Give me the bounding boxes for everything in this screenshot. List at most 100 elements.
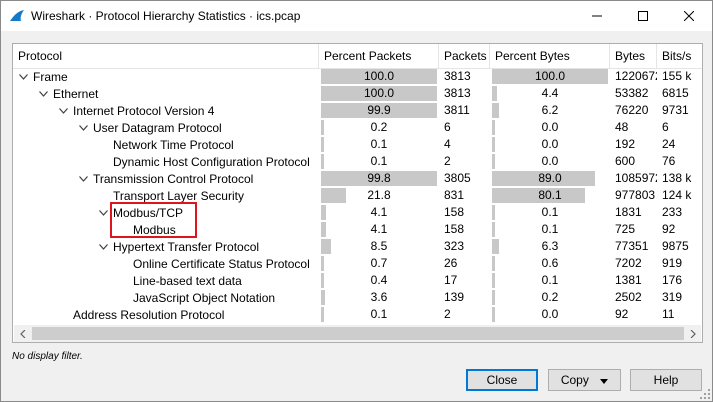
protocol-cell: Frame [17,68,68,85]
bytes-cell: 92 [615,307,629,321]
percent-packets-cell-value: 0.1 [370,307,388,321]
packets-cell: 3813 [444,86,471,100]
protocol-label: User Datagram Protocol [93,120,222,135]
column-header-bytes[interactable]: Bytes [610,44,657,68]
expand-chevron-icon[interactable] [57,102,69,119]
scroll-left-button[interactable] [14,325,31,342]
bytes-cell: 1220672 [615,69,657,83]
protocol-label: Dynamic Host Configuration Protocol [113,154,310,169]
protocol-cell: Dynamic Host Configuration Protocol [97,153,310,170]
packets-cell: 831 [444,188,465,202]
column-header-percent-packets[interactable]: Percent Packets [319,44,439,68]
percent-packets-cell-value: 0.4 [370,273,388,287]
close-icon [684,11,694,21]
percent-packets-cell: 8.5 [321,239,437,254]
percent-packets-cell: 99.9 [321,103,437,118]
protocol-label: Frame [33,69,68,84]
percent-packets-cell: 0.1 [321,154,437,169]
percent-bytes-cell: 6.3 [492,239,608,254]
percent-bytes-cell: 0.1 [492,205,608,220]
percent-packets-cell-value: 100.0 [363,69,395,83]
bits-per-second-cell: 319 [662,290,683,304]
protocol-cell: Transmission Control Protocol [77,170,253,187]
table-row[interactable]: JavaScript Object Notation 3.6 139 0.2 2502 3… [13,289,702,306]
percent-bytes-cell: 0.0 [492,154,608,169]
copy-button-label: Copy [560,373,589,387]
packets-cell: 3811 [444,103,470,117]
scroll-right-icon [690,329,696,338]
bits-per-second-cell: 124 k [662,188,692,202]
table-row[interactable]: Frame 100.0 3813 100.0 1220672 155 k [13,68,702,85]
wireshark-fin-icon [10,10,24,21]
protocol-cell: Address Resolution Protocol [57,306,224,323]
expand-chevron-icon[interactable] [97,204,109,221]
table-row[interactable]: Address Resolution Protocol 0.1 2 0.0 92 11 [13,306,702,323]
horizontal-scroll-thumb[interactable] [32,327,684,340]
close-window-button[interactable] [666,1,712,31]
column-header-percent-bytes[interactable]: Percent Bytes [490,44,610,68]
bytes-cell: 76220 [615,103,649,117]
table-row[interactable]: Internet Protocol Version 4 99.9 3811 6.2 76… [13,102,702,119]
column-header-packets[interactable]: Packets [439,44,490,68]
protocol-hierarchy-tree[interactable]: Protocol Percent Packets Packets Percent… [12,43,703,343]
percent-packets-cell-value: 99.9 [367,103,391,117]
close-button[interactable]: Close [466,369,538,391]
expand-chevron-icon[interactable] [37,85,49,102]
percent-packets-cell: 21.8 [321,188,437,203]
maximize-button[interactable] [620,1,666,31]
table-row[interactable]: Online Certificate Status Protocol 0.7 26 0… [13,255,702,272]
percent-packets-cell: 100.0 [321,86,437,101]
bits-per-second-cell: 155 k [662,69,692,83]
copy-button[interactable]: Copy [548,369,621,391]
table-row[interactable]: Network Time Protocol 0.1 4 0.0 192 24 [13,136,702,153]
table-row[interactable]: Dynamic Host Configuration Protocol 0.1 2 0… [13,153,702,170]
scroll-right-button[interactable] [684,325,701,342]
percent-bytes-cell: 0.0 [492,120,608,135]
percent-packets-cell-value: 100.0 [363,86,395,100]
packets-cell: 4 [444,137,451,151]
percent-bytes-cell-value: 4.4 [541,86,559,100]
minimize-button[interactable] [574,1,620,31]
expand-chevron-icon[interactable] [77,170,89,187]
display-filter-status: No display filter. [12,351,83,362]
packets-cell: 2 [444,154,451,168]
percent-bytes-cell-value: 0.0 [541,120,559,134]
protocol-hierarchy-window: Wireshark · Protocol Hierarchy Statistic… [0,0,713,402]
table-row[interactable]: User Datagram Protocol 0.2 6 0.0 48 6 [13,119,702,136]
table-row[interactable]: Line-based text data 0.4 17 0.1 1381 176 [13,272,702,289]
expand-chevron-icon[interactable] [97,238,109,255]
horizontal-scrollbar[interactable] [14,325,701,342]
expand-chevron-icon[interactable] [77,119,89,136]
column-header-bits-per-second[interactable]: Bits/s [657,44,702,68]
protocol-label: Line-based text data [133,273,242,288]
expand-chevron-icon[interactable] [17,68,29,85]
bits-per-second-cell: 138 k [662,171,692,185]
bits-per-second-cell: 233 [662,205,683,219]
protocol-cell: User Datagram Protocol [77,119,222,136]
percent-bytes-cell-value: 0.0 [541,307,559,321]
table-row[interactable]: Hypertext Transfer Protocol 8.5 323 6.3 7735… [13,238,702,255]
protocol-cell: Line-based text data [117,272,242,289]
help-button[interactable]: Help [630,369,702,391]
percent-packets-cell-value: 99.8 [367,171,391,185]
percent-bytes-cell-value: 100.0 [534,69,566,83]
resize-grip-icon[interactable] [700,389,710,399]
bytes-cell: 725 [615,222,636,236]
percent-packets-cell: 0.1 [321,137,437,152]
minimize-icon [592,15,602,17]
percent-bytes-cell-value: 6.3 [541,239,559,253]
table-row[interactable]: Transmission Control Protocol 99.8 3805 89.… [13,170,702,187]
protocol-label: Ethernet [53,86,99,101]
percent-packets-cell: 0.7 [321,256,437,271]
column-header-protocol[interactable]: Protocol [13,44,319,68]
percent-packets-cell: 0.1 [321,307,437,322]
packets-cell: 323 [444,239,465,253]
percent-bytes-cell-value: 0.1 [541,222,559,236]
table-row[interactable]: Ethernet 100.0 3813 4.4 53382 6815 [13,85,702,102]
